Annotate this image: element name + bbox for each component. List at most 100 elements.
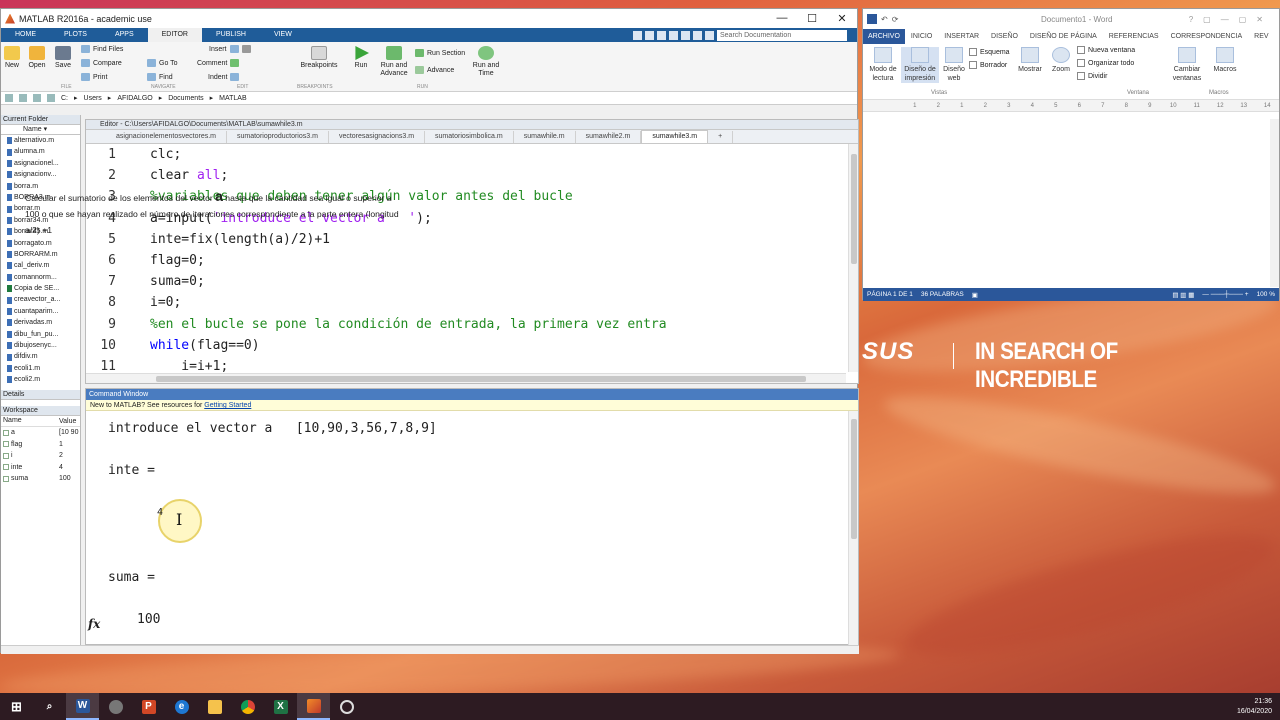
word-window-controls[interactable]: ?▢—▢✕	[1189, 15, 1279, 24]
maximize-button[interactable]: ☐	[797, 12, 827, 25]
editor-tab[interactable]: sumawhile.m	[514, 131, 576, 143]
status-page[interactable]: PÁGINA 1 DE 1	[867, 291, 913, 298]
dividir-button[interactable]: Dividir	[1077, 72, 1107, 80]
help-icon[interactable]	[705, 30, 714, 40]
new-button[interactable]: New	[3, 46, 21, 69]
word-tab[interactable]: INSERTAR	[938, 29, 985, 44]
code-line[interactable]: 11 i=i+1;	[86, 356, 846, 372]
path-bar[interactable]: C: ▸ Users ▸ AFIDALGO ▸ Documents ▸ MATLAB	[1, 92, 857, 105]
run-section-button[interactable]: Run Section	[415, 49, 465, 57]
document-paragraph[interactable]: Calcular el sumatorio de los elementos d…	[25, 189, 405, 238]
zoom-level[interactable]: 100 %	[1257, 291, 1279, 298]
zoom-slider[interactable]: — ───┼─── +	[1202, 291, 1248, 298]
file-item[interactable]: ecoli1.m	[1, 363, 80, 374]
file-item[interactable]: alternativo.m	[1, 135, 80, 146]
fx-prompt-icon[interactable]: fx	[88, 617, 100, 631]
quick-copy-icon[interactable]	[657, 30, 666, 40]
tab-plots[interactable]: PLOTS	[50, 28, 101, 42]
file-item[interactable]: derivadas.m	[1, 317, 80, 328]
documentation-search-input[interactable]: Search Documentation	[717, 29, 847, 41]
current-folder-column-name[interactable]: Name ▾	[1, 125, 80, 135]
taskbar-app2[interactable]	[99, 693, 132, 720]
word-vertical-scrollbar[interactable]	[1270, 119, 1279, 287]
code-line[interactable]: 10 while(flag==0)	[86, 335, 846, 356]
file-item[interactable]: ecoli2.m	[1, 374, 80, 385]
editor-tab[interactable]: sumatoriosimbolica.m	[425, 131, 514, 143]
path-segment-drive[interactable]: C:	[61, 95, 68, 102]
workspace-variable-row[interactable]: i2	[1, 450, 80, 462]
file-item[interactable]: dibujosenyc...	[1, 340, 80, 351]
undo-icon[interactable]	[681, 30, 690, 40]
insert-button[interactable]: Insert	[209, 45, 251, 53]
organizar-todo-button[interactable]: Organizar todo	[1077, 59, 1134, 67]
taskbar-app10[interactable]	[330, 693, 363, 720]
browse-folder-icon[interactable]	[47, 94, 55, 102]
file-item[interactable]: comannorm...	[1, 272, 80, 283]
code-line[interactable]: 7 suma=0;	[86, 271, 846, 292]
view-buttons[interactable]: ▤ ▥ ▦	[1172, 291, 1194, 299]
run-and-advance-button[interactable]: Run and Advance	[377, 46, 411, 78]
indent-button[interactable]: Indent	[208, 73, 240, 81]
editor-tab[interactable]: sumatorioproductorios3.m	[227, 131, 329, 143]
modo-lectura-button[interactable]: Modo de lectura	[865, 47, 901, 83]
breakpoints-button[interactable]: Breakpoints	[297, 46, 341, 69]
save-button[interactable]: Save	[52, 46, 74, 69]
code-line[interactable]: 8 i=0;	[86, 292, 846, 313]
new-tab-button[interactable]: +	[708, 131, 734, 143]
editor-tab[interactable]: sumawhile2.m	[576, 131, 642, 143]
editor-tab[interactable]: asignacionelementosvectores.m	[106, 131, 227, 143]
code-line[interactable]: 1 clc;	[86, 144, 846, 165]
workspace-variable-row[interactable]: inte 4	[1, 462, 80, 474]
word-tab[interactable]: REFERENCIAS	[1103, 29, 1165, 44]
word-tab[interactable]: ARCHIVO	[863, 29, 905, 44]
run-button[interactable]: Run	[351, 46, 371, 69]
word-tab[interactable]: INICIO	[905, 29, 938, 44]
zoom-button[interactable]: Zoom	[1047, 47, 1075, 74]
taskbar-excel[interactable]: X	[264, 693, 297, 720]
search-button[interactable]: ⌕	[33, 693, 66, 720]
word-tab[interactable]: REV	[1248, 29, 1274, 44]
word-tab[interactable]: CORRESPONDENCIA	[1165, 29, 1249, 44]
print-button[interactable]: Print	[81, 73, 107, 81]
taskbar-powerpoint[interactable]: P	[132, 693, 165, 720]
file-item[interactable]: difdiv.m	[1, 351, 80, 362]
tab-editor[interactable]: EDITOR	[147, 28, 202, 42]
code-area[interactable]: 1 clc; 2 clear all; 3 %variables que deben te…	[86, 144, 846, 372]
code-line[interactable]: 9 %en el bucle se pone la condición de en…	[86, 314, 846, 335]
nueva-ventana-button[interactable]: Nueva ventana	[1077, 46, 1135, 54]
editor-tab[interactable]: sumawhile3.m	[641, 130, 709, 143]
editor-horizontal-scrollbar[interactable]	[86, 373, 846, 383]
advance-button[interactable]: Advance	[415, 66, 454, 74]
up-folder-icon[interactable]	[33, 94, 41, 102]
system-clock[interactable]: 21:36 16/04/2020	[1237, 697, 1280, 717]
file-item[interactable]: asignacionel...	[1, 158, 80, 169]
minimize-button[interactable]: —	[767, 12, 797, 25]
tab-home[interactable]: HOME	[1, 28, 50, 42]
file-item[interactable]: cal_deriv.m	[1, 260, 80, 271]
taskbar-matlab[interactable]	[297, 693, 330, 720]
cambiar-ventanas-button[interactable]: Cambiar ventanas	[1165, 47, 1209, 83]
quick-cut-icon[interactable]	[645, 30, 654, 40]
taskbar-edge[interactable]: e	[165, 693, 198, 720]
diseno-web-button[interactable]: Diseño web	[939, 47, 969, 83]
macros-button[interactable]: Macros	[1209, 47, 1241, 74]
workspace-variable-row[interactable]: a [10 90	[1, 427, 80, 439]
file-item[interactable]: creavector_a...	[1, 294, 80, 305]
editor-vertical-scrollbar[interactable]	[848, 144, 858, 372]
back-icon[interactable]	[5, 94, 13, 102]
redo-icon[interactable]	[693, 30, 702, 40]
find-files-button[interactable]: Find Files	[81, 45, 123, 53]
workspace-variable-row[interactable]: suma 100	[1, 473, 80, 485]
file-item[interactable]: borragato.m	[1, 238, 80, 249]
tab-publish[interactable]: PUBLISH	[202, 28, 260, 42]
taskbar-chrome[interactable]	[231, 693, 264, 720]
compare-button[interactable]: Compare	[81, 59, 122, 67]
horizontal-ruler[interactable]: 1 2 1 2 3 4 5 6 7 8 9 10 11 12 13 14	[863, 100, 1279, 112]
quick-paste-icon[interactable]	[669, 30, 678, 40]
quick-save-icon[interactable]	[633, 30, 642, 40]
diseno-impresion-button[interactable]: Diseño de impresión	[901, 47, 939, 83]
path-segment-matlab[interactable]: MATLAB	[219, 95, 247, 102]
close-button[interactable]: ✕	[827, 12, 857, 25]
file-item[interactable]: dibu_fun_pu...	[1, 329, 80, 340]
borrador-button[interactable]: Borrador	[969, 61, 1007, 69]
